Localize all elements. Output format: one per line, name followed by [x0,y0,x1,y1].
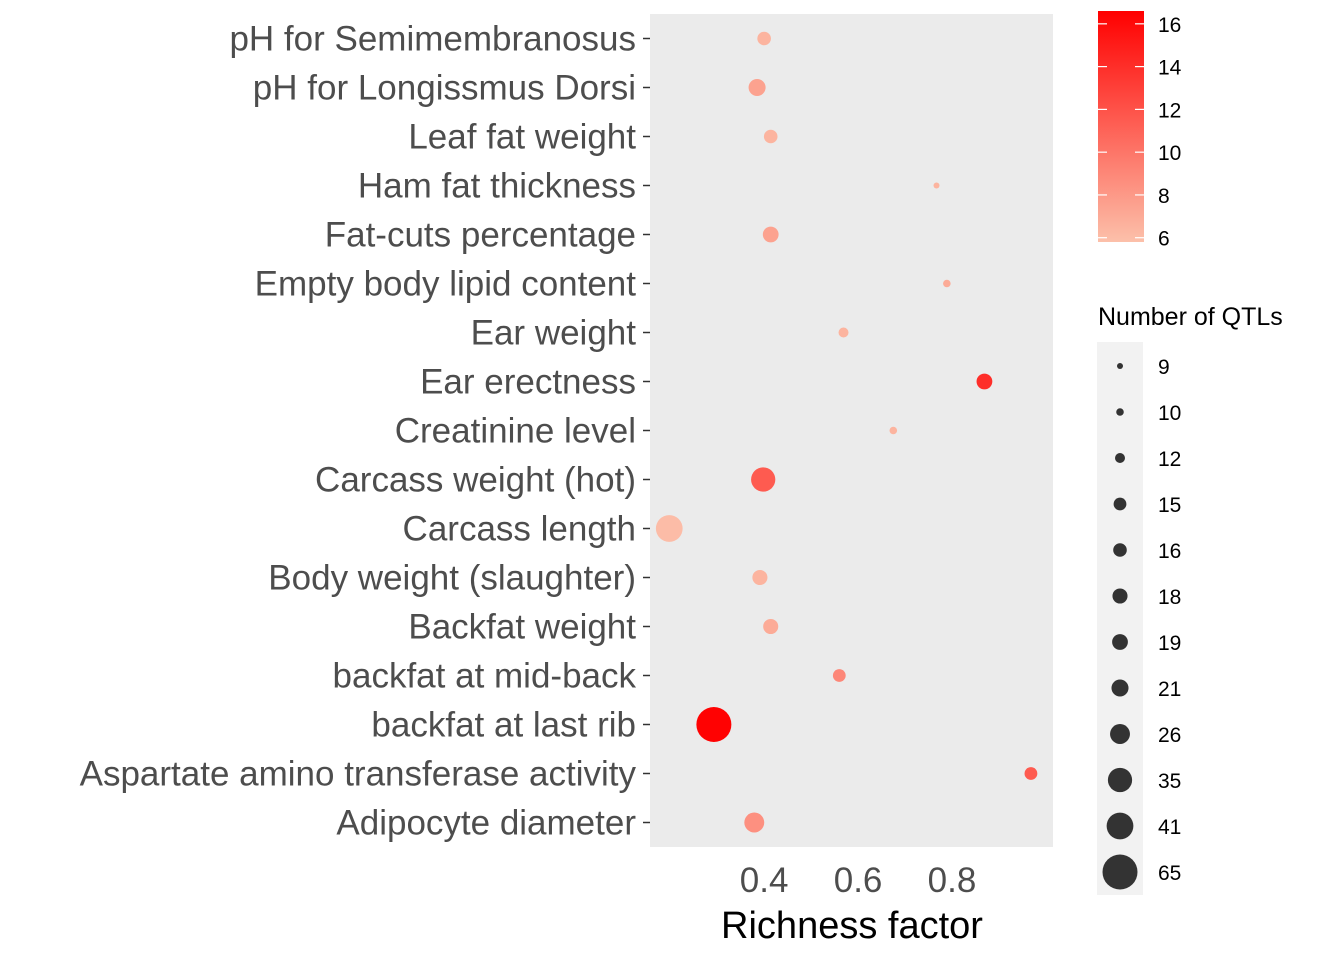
y-tick-label: Empty body lipid content [255,265,637,304]
y-tick-label: Carcass length [403,510,636,549]
size-legend-label: 18 [1158,586,1181,609]
data-point [751,467,776,492]
color-bar-label: 12 [1158,99,1181,122]
size-legend-key [1106,812,1134,840]
y-axis-ticks [643,37,650,824]
size-legend-key [1111,679,1129,697]
size-legend-key [1112,588,1128,604]
data-point [838,327,849,338]
x-tick-label: 0.4 [740,861,789,900]
color-bar-label: 14 [1158,57,1182,80]
size-legend-label: 19 [1158,632,1181,655]
y-tick-label: Adipocyte diameter [336,804,636,843]
data-point [744,812,765,833]
y-tick-label: Creatinine level [395,412,636,451]
x-axis-title: Richness factor [721,905,983,947]
x-axis-ticks: 0.4 0.6 0.8 [740,861,977,900]
data-point [763,618,779,635]
color-bar [1098,11,1144,242]
data-point [748,78,766,97]
size-legend-key [1113,543,1127,557]
data-point [696,707,732,742]
size-legend-label: 26 [1158,724,1181,747]
y-tick-label: Leaf fat weight [408,118,636,157]
y-tick-label: Ear erectness [420,363,636,402]
y-tick-label: Ear weight [471,314,637,353]
y-tick-label: Aspartate amino transferase activity [80,755,637,794]
size-legend-key [1113,497,1127,511]
data-point [933,182,940,189]
data-point [889,426,898,435]
color-bar-label: 16 [1158,14,1181,37]
y-tick-label: Backfat weight [408,608,636,647]
y-axis-labels: pH for Semimembranosus pH for Longissmus … [80,20,637,843]
y-tick-label: Fat-cuts percentage [325,216,636,255]
size-legend-key [1107,767,1133,793]
color-bar-label: 6 [1158,228,1170,251]
size-legend-key [1110,724,1130,744]
data-point [943,279,951,288]
size-legend-label: 16 [1158,540,1181,563]
y-tick-label: backfat at last rib [371,706,636,745]
data-point [1024,767,1038,780]
size-legend-label: 10 [1158,402,1181,425]
size-legend-keys-background [1097,342,1143,895]
size-legend-label: 15 [1158,494,1181,517]
y-tick-label: Body weight (slaughter) [268,559,636,598]
data-point [655,515,683,542]
y-tick-label: Carcass weight (hot) [315,461,636,500]
data-point [757,31,771,46]
size-legend-label: 65 [1158,862,1181,885]
data-point [762,226,779,243]
data-point [832,669,846,682]
size-legend-label: 9 [1158,356,1170,379]
color-bar-label: 8 [1158,185,1170,208]
data-point [976,373,993,390]
size-legend-label: 41 [1158,816,1181,839]
size-legend-key [1116,408,1124,416]
chart: pH for Semimembranosus pH for Longissmus … [80,11,1283,947]
size-legend-key [1112,634,1128,650]
y-tick-label: pH for Longissmus Dorsi [253,69,636,108]
y-tick-label: Ham fat thickness [358,167,636,206]
size-legend-key [1115,453,1125,463]
x-tick-label: 0.6 [834,861,883,900]
size-legend-title: Number of QTLs [1098,303,1283,331]
y-tick-label: pH for Semimembranosus [229,20,636,59]
size-legend-key [1102,854,1138,890]
size-legend-key [1117,363,1123,369]
data-point [763,129,778,144]
x-tick-label: 0.8 [928,861,977,900]
data-point [752,569,768,586]
color-bar-label: 10 [1158,142,1181,165]
size-legend-label: 35 [1158,770,1181,793]
y-tick-label: backfat at mid-back [333,657,637,696]
size-legend-label: 12 [1158,448,1181,471]
size-legend-label: 21 [1158,678,1181,701]
